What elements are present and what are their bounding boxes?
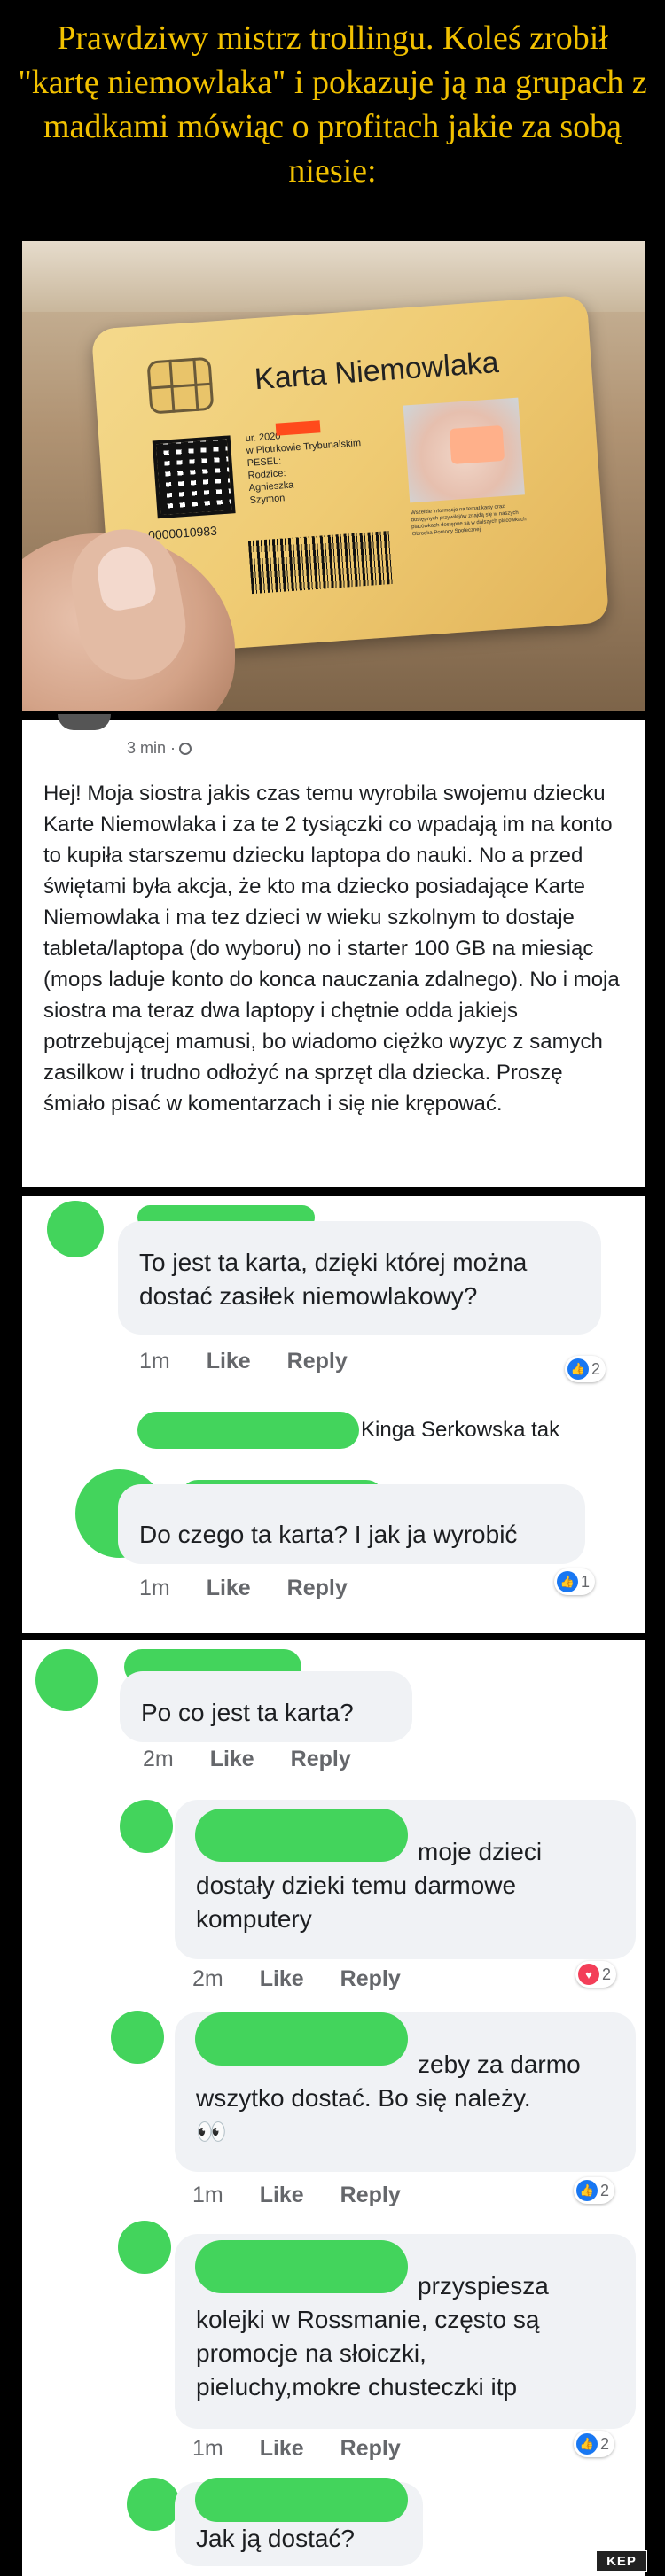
reply-preview[interactable]: Kinga Serkowska tak xyxy=(361,1418,559,1443)
reaction-count[interactable]: 👍 2 xyxy=(565,1356,606,1382)
like-icon: 👍 xyxy=(567,1358,589,1380)
reaction-number: 2 xyxy=(600,2181,610,2199)
like-button[interactable]: Like xyxy=(207,1576,251,1600)
comment-time: 2m xyxy=(143,1747,174,1771)
reaction-number: 2 xyxy=(600,2434,610,2453)
comment-actions: 1m Like Reply xyxy=(192,2183,431,2208)
avatar xyxy=(120,1800,173,1853)
comment-text: Do czego ta karta? I jak ja wyrobić xyxy=(139,1521,518,1548)
like-button[interactable]: Like xyxy=(210,1747,254,1771)
reply-button[interactable]: Reply xyxy=(340,2436,401,2461)
like-button[interactable]: Like xyxy=(260,2183,304,2207)
like-icon: 👍 xyxy=(576,2433,598,2455)
comment-text: Po co jest ta karta? xyxy=(141,1699,354,1726)
comment-actions: 1m Like Reply xyxy=(139,1349,378,1374)
reaction-count[interactable]: 👍 1 xyxy=(554,1568,596,1595)
face-redaction xyxy=(449,424,505,464)
name-redaction xyxy=(195,2478,408,2522)
card-photo: Karta Niemowlaka 0000010983 ur. 2020 w P… xyxy=(22,241,645,711)
like-icon: 👍 xyxy=(576,2180,598,2201)
name-redaction xyxy=(195,2012,408,2066)
name-redaction xyxy=(137,1412,359,1449)
facebook-post: 3 min · Hej! Moja siostra jakis czas tem… xyxy=(22,714,645,1187)
like-button[interactable]: Like xyxy=(207,1349,251,1374)
comments-panel-2: Po co jest ta karta? 2m Like Reply moje … xyxy=(22,1640,645,2576)
comment-bubble: Do czego ta karta? I jak ja wyrobić xyxy=(118,1484,585,1564)
like-icon: 👍 xyxy=(557,1571,578,1592)
reply-button[interactable]: Reply xyxy=(340,2183,401,2207)
name-redaction xyxy=(195,1809,408,1862)
reaction-count[interactable]: ♥ 2 xyxy=(575,1961,617,1988)
post-time: 3 min · xyxy=(127,739,176,757)
comment-text-line: promocje na słoiczki, xyxy=(196,2339,426,2367)
comment-time: 1m xyxy=(139,1576,170,1600)
card-number: 0000010983 xyxy=(147,523,218,543)
chip-icon xyxy=(146,356,215,415)
comment-bubble: To jest ta karta, dzięki której można do… xyxy=(118,1221,601,1335)
comment-text-line: dostały dzieki temu darmowe xyxy=(196,1872,517,1899)
globe-icon xyxy=(179,743,192,755)
comment-time: 1m xyxy=(192,2436,223,2461)
comment-time: 1m xyxy=(192,2183,223,2207)
reaction-number: 2 xyxy=(591,1359,601,1378)
like-button[interactable]: Like xyxy=(260,1966,304,1991)
comment-text-line: wszytko dostać. Bo się należy. xyxy=(196,2084,531,2112)
comment-actions: 1m Like Reply xyxy=(139,1576,378,1601)
barcode-icon xyxy=(247,531,394,595)
comment-text-line: kolejki w Rossmanie, często są xyxy=(196,2306,540,2333)
qr-code-icon xyxy=(152,435,236,519)
card-fine-print: Wszelkie informacje na temat karty oraz … xyxy=(410,503,527,538)
post-body: Hej! Moja siostra jakis czas temu wyrobi… xyxy=(43,782,620,1116)
reply-button[interactable]: Reply xyxy=(287,1576,348,1600)
comment-text-line: pieluchy,mokre chusteczki itp xyxy=(196,2373,518,2401)
meme-title: Prawdziwy mistrz trollingu. Koleś zrobił… xyxy=(18,19,647,190)
avatar xyxy=(118,2221,171,2274)
post-meta: 3 min · xyxy=(127,739,192,758)
heart-icon: ♥ xyxy=(578,1964,599,1985)
reaction-count[interactable]: 👍 2 xyxy=(574,2431,615,2457)
reaction-number: 2 xyxy=(602,1965,612,1983)
comment-bubble: Po co jest ta karta? xyxy=(120,1671,412,1742)
reply-button[interactable]: Reply xyxy=(291,1747,351,1771)
like-button[interactable]: Like xyxy=(260,2436,304,2461)
card-title: Karta Niemowlaka xyxy=(253,346,500,397)
avatar xyxy=(47,1201,104,1257)
comment-time: 2m xyxy=(192,1966,223,1991)
reaction-number: 1 xyxy=(581,1572,591,1591)
comment-text-line: komputery xyxy=(196,1905,312,1933)
comment-actions: 1m Like Reply xyxy=(192,2436,431,2462)
comment-actions: 2m Like Reply xyxy=(192,1966,431,1992)
avatar xyxy=(35,1649,98,1711)
reply-button[interactable]: Reply xyxy=(340,1966,401,1991)
name-redaction xyxy=(195,2240,408,2293)
avatar xyxy=(58,714,111,730)
comment-time: 1m xyxy=(139,1349,170,1374)
reaction-count[interactable]: 👍 2 xyxy=(574,2177,615,2204)
comment-text: To jest ta karta, dzięki której można do… xyxy=(139,1249,528,1310)
avatar xyxy=(111,2011,164,2064)
eyes-icon: 👀 xyxy=(196,2118,227,2145)
comments-panel-1: To jest ta karta, dzięki której można do… xyxy=(22,1196,645,1633)
comment-actions: 2m Like Reply xyxy=(143,1747,381,1772)
reply-button[interactable]: Reply xyxy=(287,1349,348,1374)
card-details: ur. 2020 w Piotrkowie Trybunalskim PESEL… xyxy=(245,423,391,507)
watermark-logo: KEP xyxy=(596,2550,647,2572)
avatar xyxy=(127,2478,180,2531)
comment-text-line: Jak ją dostać? xyxy=(196,2525,355,2552)
